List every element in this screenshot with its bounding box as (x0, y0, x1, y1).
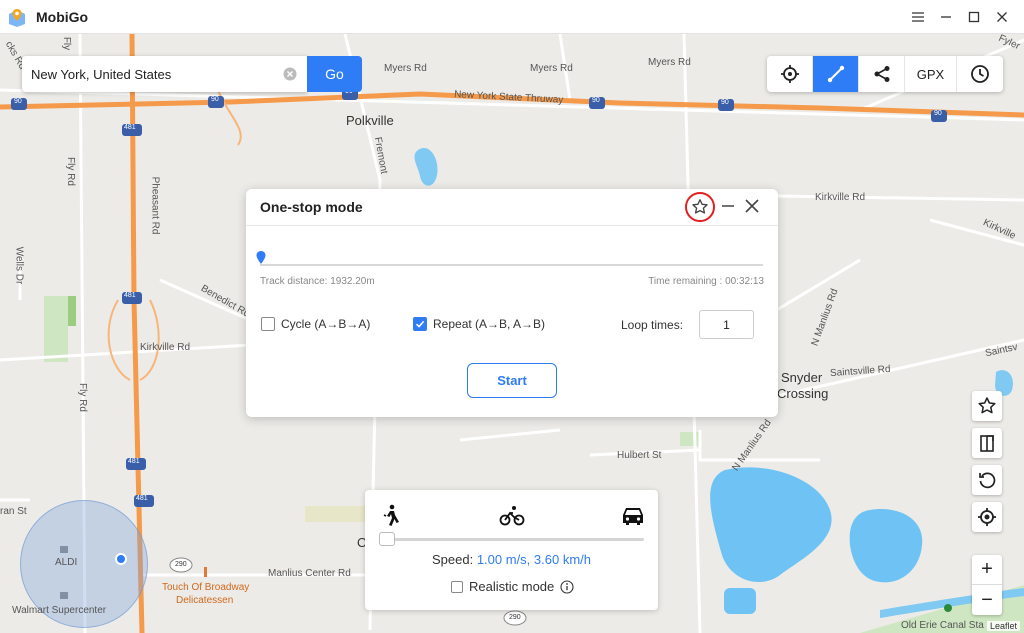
map-shield-label: 90 (934, 110, 942, 117)
star-icon[interactable] (972, 391, 1002, 421)
search-box[interactable] (22, 56, 307, 92)
place-label: Snyder (781, 370, 823, 385)
cycle-option[interactable]: Cycle (A→B→A) (261, 317, 370, 331)
top-toolbar: GPX (767, 56, 1003, 92)
speed-label: Speed: (432, 552, 474, 567)
map-shield-label: 290 (175, 561, 187, 568)
go-button[interactable]: Go (307, 56, 362, 92)
speed-slider-thumb[interactable] (379, 532, 395, 546)
dialog-title: One-stop mode (260, 199, 363, 215)
track-progress-bar (260, 264, 763, 266)
speed-readout: Speed: 1.00 m/s, 3.60 km/h (365, 552, 658, 567)
map-shield-label: 90 (211, 96, 219, 103)
zoom-out-button[interactable]: − (972, 585, 1002, 615)
road-label: Hulbert St (617, 450, 662, 461)
map-shield-label: 90 (721, 99, 729, 106)
search-input[interactable] (31, 66, 271, 82)
place-label: Polkville (346, 113, 394, 128)
realistic-mode-label: Realistic mode (469, 579, 555, 594)
menu-icon[interactable] (904, 0, 932, 34)
track-distance: Track distance: 1932.20m (260, 276, 375, 287)
share-icon[interactable] (859, 56, 905, 92)
gpx-button[interactable]: GPX (905, 56, 957, 92)
zoom-in-button[interactable]: + (972, 555, 1002, 585)
time-remaining: Time remaining : 00:32:13 (648, 276, 764, 287)
road-label: Fly Rd (76, 383, 88, 412)
speed-value: 1.00 m/s, 3.60 km/h (476, 552, 591, 567)
copy-icon[interactable] (972, 428, 1002, 458)
clear-icon[interactable] (283, 67, 297, 81)
map-shield-label: 481 (136, 495, 148, 502)
locate-icon[interactable] (972, 502, 1002, 532)
road-label: Wells Dr (13, 246, 25, 285)
speed-panel: Speed: 1.00 m/s, 3.60 km/h Realistic mod… (365, 490, 658, 610)
app-title: MobiGo (36, 8, 89, 25)
loop-times-label: Loop times: (621, 318, 684, 332)
title-bar: MobiGo (0, 0, 1024, 34)
bike-icon[interactable] (499, 504, 525, 528)
route-icon[interactable] (813, 56, 859, 92)
road-label: Kirkville Rd (815, 192, 866, 203)
zoom-control: + − (972, 555, 1002, 615)
road-label: Kirkville Rd (140, 342, 191, 353)
checkmark-icon (415, 320, 425, 328)
road-label: Myers Rd (384, 63, 427, 74)
walk-icon[interactable] (381, 504, 401, 528)
dialog-minimize-icon[interactable] (720, 195, 736, 217)
progress-marker-icon (256, 251, 266, 264)
place-label: Crossing (777, 386, 829, 401)
repeat-option[interactable]: Repeat (A→B, A→B) (413, 317, 545, 331)
speed-slider[interactable] (381, 538, 644, 541)
realistic-mode-option[interactable]: Realistic mode (451, 579, 574, 594)
maximize-icon[interactable] (960, 0, 988, 34)
road-label: ran St (0, 506, 27, 517)
map-shield-label: 481 (128, 458, 140, 465)
road-label: Pheasant Rd (149, 176, 161, 235)
cycle-label: Cycle (A→B→A) (281, 317, 371, 331)
dialog-close-icon[interactable] (744, 198, 760, 214)
road-label: Old Erie Canal Sta (901, 620, 984, 631)
road-label: Fly (61, 36, 73, 51)
road-label: Manlius Center Rd (268, 568, 351, 579)
repeat-checkbox[interactable] (413, 317, 427, 331)
crosshair-icon[interactable] (767, 56, 813, 92)
mobigo-logo-icon (9, 8, 25, 27)
current-location-dot[interactable] (115, 553, 127, 565)
map-shield-label: 290 (509, 614, 521, 621)
map-shield-label: 90 (14, 98, 22, 105)
place-label: Delicatessen (176, 595, 234, 606)
minimize-icon[interactable] (932, 0, 960, 34)
place-label: Walmart Supercenter (12, 605, 107, 616)
road-label: Myers Rd (530, 63, 573, 74)
road-label: Fly Rd (64, 157, 76, 186)
cycle-checkbox[interactable] (261, 317, 275, 331)
realistic-mode-checkbox[interactable] (451, 580, 463, 593)
reset-icon[interactable] (972, 465, 1002, 495)
map-shield-label: 90 (592, 97, 600, 104)
place-label: Touch Of Broadway (162, 582, 250, 593)
map-shield-label: 481 (124, 292, 136, 299)
one-stop-mode-dialog: One-stop mode Track distance: 1932.20m T… (246, 189, 778, 417)
map-shield-label: 481 (124, 124, 136, 131)
info-icon[interactable] (560, 579, 574, 594)
loop-times-input[interactable]: 1 (699, 310, 754, 339)
road-label: Myers Rd (648, 57, 691, 68)
repeat-label: Repeat (A→B, A→B) (433, 317, 546, 331)
place-label: ALDI (55, 557, 78, 568)
leaflet-attribution[interactable]: Leaflet (986, 621, 1020, 631)
close-icon[interactable] (988, 0, 1016, 34)
car-icon[interactable] (620, 504, 646, 528)
start-button[interactable]: Start (467, 363, 557, 398)
favorite-star-icon[interactable] (685, 192, 715, 222)
clock-icon[interactable] (957, 56, 1003, 92)
